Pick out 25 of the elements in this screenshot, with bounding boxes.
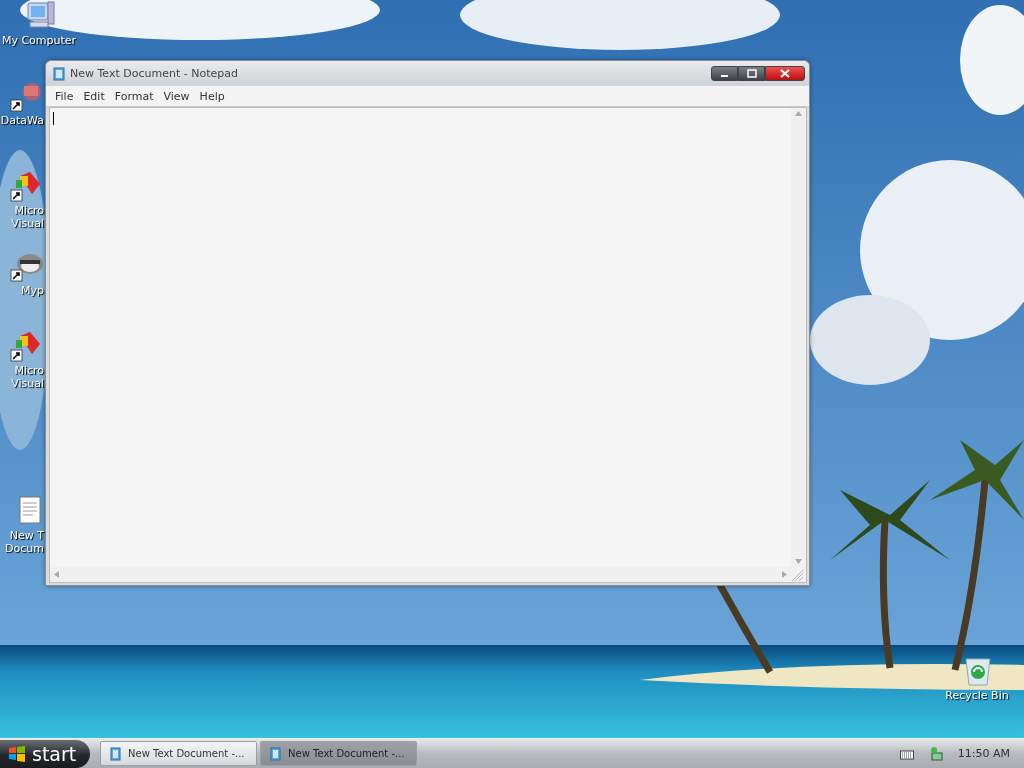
windows-logo	[8, 745, 26, 762]
taskbar-button[interactable]: New Text Document -...	[100, 741, 257, 766]
close-button[interactable]	[765, 66, 805, 81]
clock[interactable]: 11:50 AM	[957, 747, 1010, 760]
maximize-icon	[746, 69, 757, 78]
menu-item[interactable]: File	[50, 89, 79, 103]
shortcut-icon[interactable]	[10, 80, 44, 112]
taskbar-button[interactable]: New Text Document -...	[260, 741, 417, 766]
menu-item[interactable]: Format	[109, 89, 159, 103]
resize-grip-icon[interactable]	[791, 569, 804, 582]
maximize-button[interactable]	[738, 66, 765, 81]
desktop-icon-label[interactable]: My Computer	[1, 34, 77, 47]
text-cursor	[53, 112, 54, 125]
start-button[interactable]: start	[0, 739, 90, 768]
window-title: New Text Document - Notepad	[70, 67, 239, 80]
notepad-icon	[52, 66, 66, 81]
keyboard-icon[interactable]	[899, 747, 914, 760]
menu-item[interactable]: Edit	[78, 89, 110, 103]
notepad-icon	[269, 746, 282, 761]
menu-item[interactable]: View	[158, 89, 195, 103]
close-icon	[780, 69, 790, 78]
notepad-icon	[109, 746, 122, 761]
menu-item[interactable]: Help	[194, 89, 230, 103]
minimize-button[interactable]	[711, 66, 738, 81]
desktop-icon-label[interactable]: DataWa	[0, 114, 44, 127]
